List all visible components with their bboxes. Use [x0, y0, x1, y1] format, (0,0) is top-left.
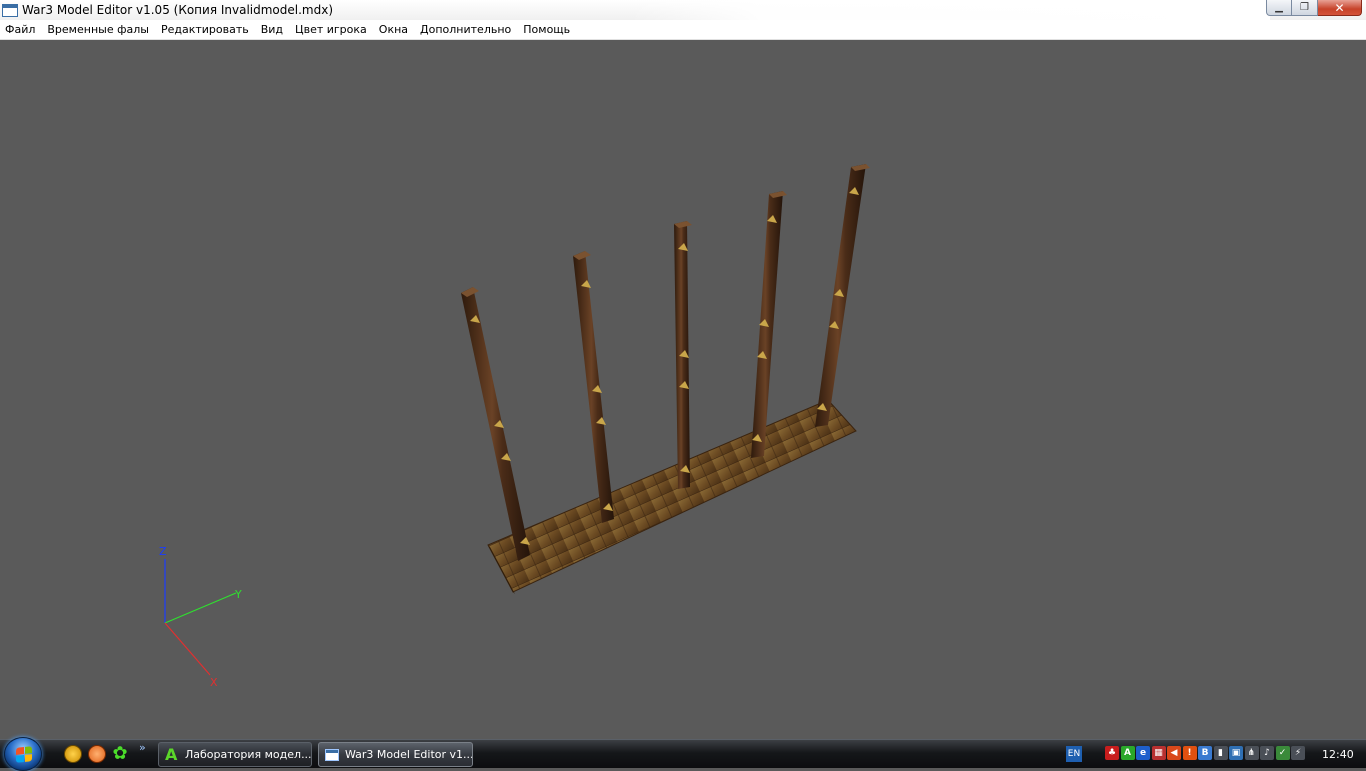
post-3	[674, 221, 692, 489]
taskbar-item-label: Лаборатория модел...	[185, 748, 312, 761]
menu-file[interactable]: Файл	[0, 20, 41, 40]
safely-remove-icon[interactable]: ✓	[1275, 746, 1290, 760]
window-title: War3 Model Editor v1.05 (Копия Invalidmo…	[22, 3, 334, 17]
power-icon[interactable]: ⚡	[1291, 746, 1305, 760]
quicklaunch-app-2-icon[interactable]	[88, 745, 106, 763]
z-axis-label: Z	[159, 545, 167, 558]
model-platform	[487, 399, 857, 593]
lab-app-icon: A	[165, 744, 178, 764]
menu-bar: Файл Временные фалы Редактировать Вид Цв…	[0, 20, 1366, 40]
x-axis-label: X	[210, 676, 218, 689]
app-window-icon[interactable]	[2, 3, 18, 17]
green-a-icon[interactable]: A	[1120, 746, 1135, 760]
minimize-button[interactable]: ▁	[1266, 0, 1292, 16]
menu-help[interactable]: Помощь	[517, 20, 576, 40]
signal-bars-icon[interactable]: ▮	[1213, 746, 1228, 760]
taskbar: ✿ » A Лаборатория модел... War3 Model Ed…	[0, 737, 1366, 771]
title-bar-glass	[630, 0, 1270, 20]
menu-team-color[interactable]: Цвет игрока	[289, 20, 373, 40]
menu-windows[interactable]: Окна	[373, 20, 414, 40]
quicklaunch-more-chevron-icon[interactable]: »	[139, 741, 146, 754]
menu-temp-files[interactable]: Временные фалы	[41, 20, 155, 40]
menu-edit[interactable]: Редактировать	[155, 20, 255, 40]
wifi-icon[interactable]: ⋔	[1244, 746, 1259, 760]
taskbar-item-label: War3 Model Editor v1...	[345, 748, 473, 761]
y-axis-line	[164, 592, 237, 624]
menu-extras[interactable]: Дополнительно	[414, 20, 517, 40]
quicklaunch-app-1-icon[interactable]	[64, 745, 82, 763]
speaker-red-icon[interactable]: ◀	[1167, 746, 1181, 760]
viewport-canvas[interactable]: Z Y X	[0, 41, 1366, 739]
window-app-icon	[325, 748, 339, 761]
blue-e-icon[interactable]: e	[1136, 746, 1150, 760]
maximize-button[interactable]: ❐	[1292, 0, 1318, 16]
window-controls: ▁ ❐ ✕	[1266, 0, 1362, 16]
b-icon[interactable]: B	[1198, 746, 1212, 760]
volume-icon[interactable]: ♪	[1260, 746, 1274, 760]
network-icon[interactable]: ▣	[1229, 746, 1243, 760]
model-viewport[interactable]: Z Y X	[0, 41, 1366, 739]
title-bar[interactable]: War3 Model Editor v1.05 (Копия Invalidmo…	[0, 0, 1366, 20]
clock[interactable]: 12:40	[1322, 740, 1354, 769]
post-5	[815, 164, 870, 427]
post-1	[461, 287, 530, 561]
x-axis-line	[164, 622, 211, 676]
warning-icon[interactable]: !	[1182, 746, 1197, 760]
windows-orb-icon[interactable]	[4, 737, 42, 771]
red-flag-icon[interactable]: ♣	[1105, 746, 1119, 760]
quicklaunch-icq-icon[interactable]: ✿	[111, 745, 129, 763]
usa-flag-icon[interactable]: ▦	[1151, 746, 1166, 760]
taskbar-item-lab[interactable]: A Лаборатория модел...	[158, 742, 312, 767]
close-button[interactable]: ✕	[1318, 0, 1362, 16]
language-indicator[interactable]: EN	[1066, 746, 1082, 762]
post-4	[751, 191, 787, 458]
axis-gizmo: Z Y X	[159, 545, 242, 689]
menu-view[interactable]: Вид	[255, 20, 289, 40]
taskbar-item-model-editor[interactable]: War3 Model Editor v1...	[318, 742, 473, 767]
y-axis-label: Y	[234, 588, 242, 601]
post-2	[573, 251, 614, 523]
